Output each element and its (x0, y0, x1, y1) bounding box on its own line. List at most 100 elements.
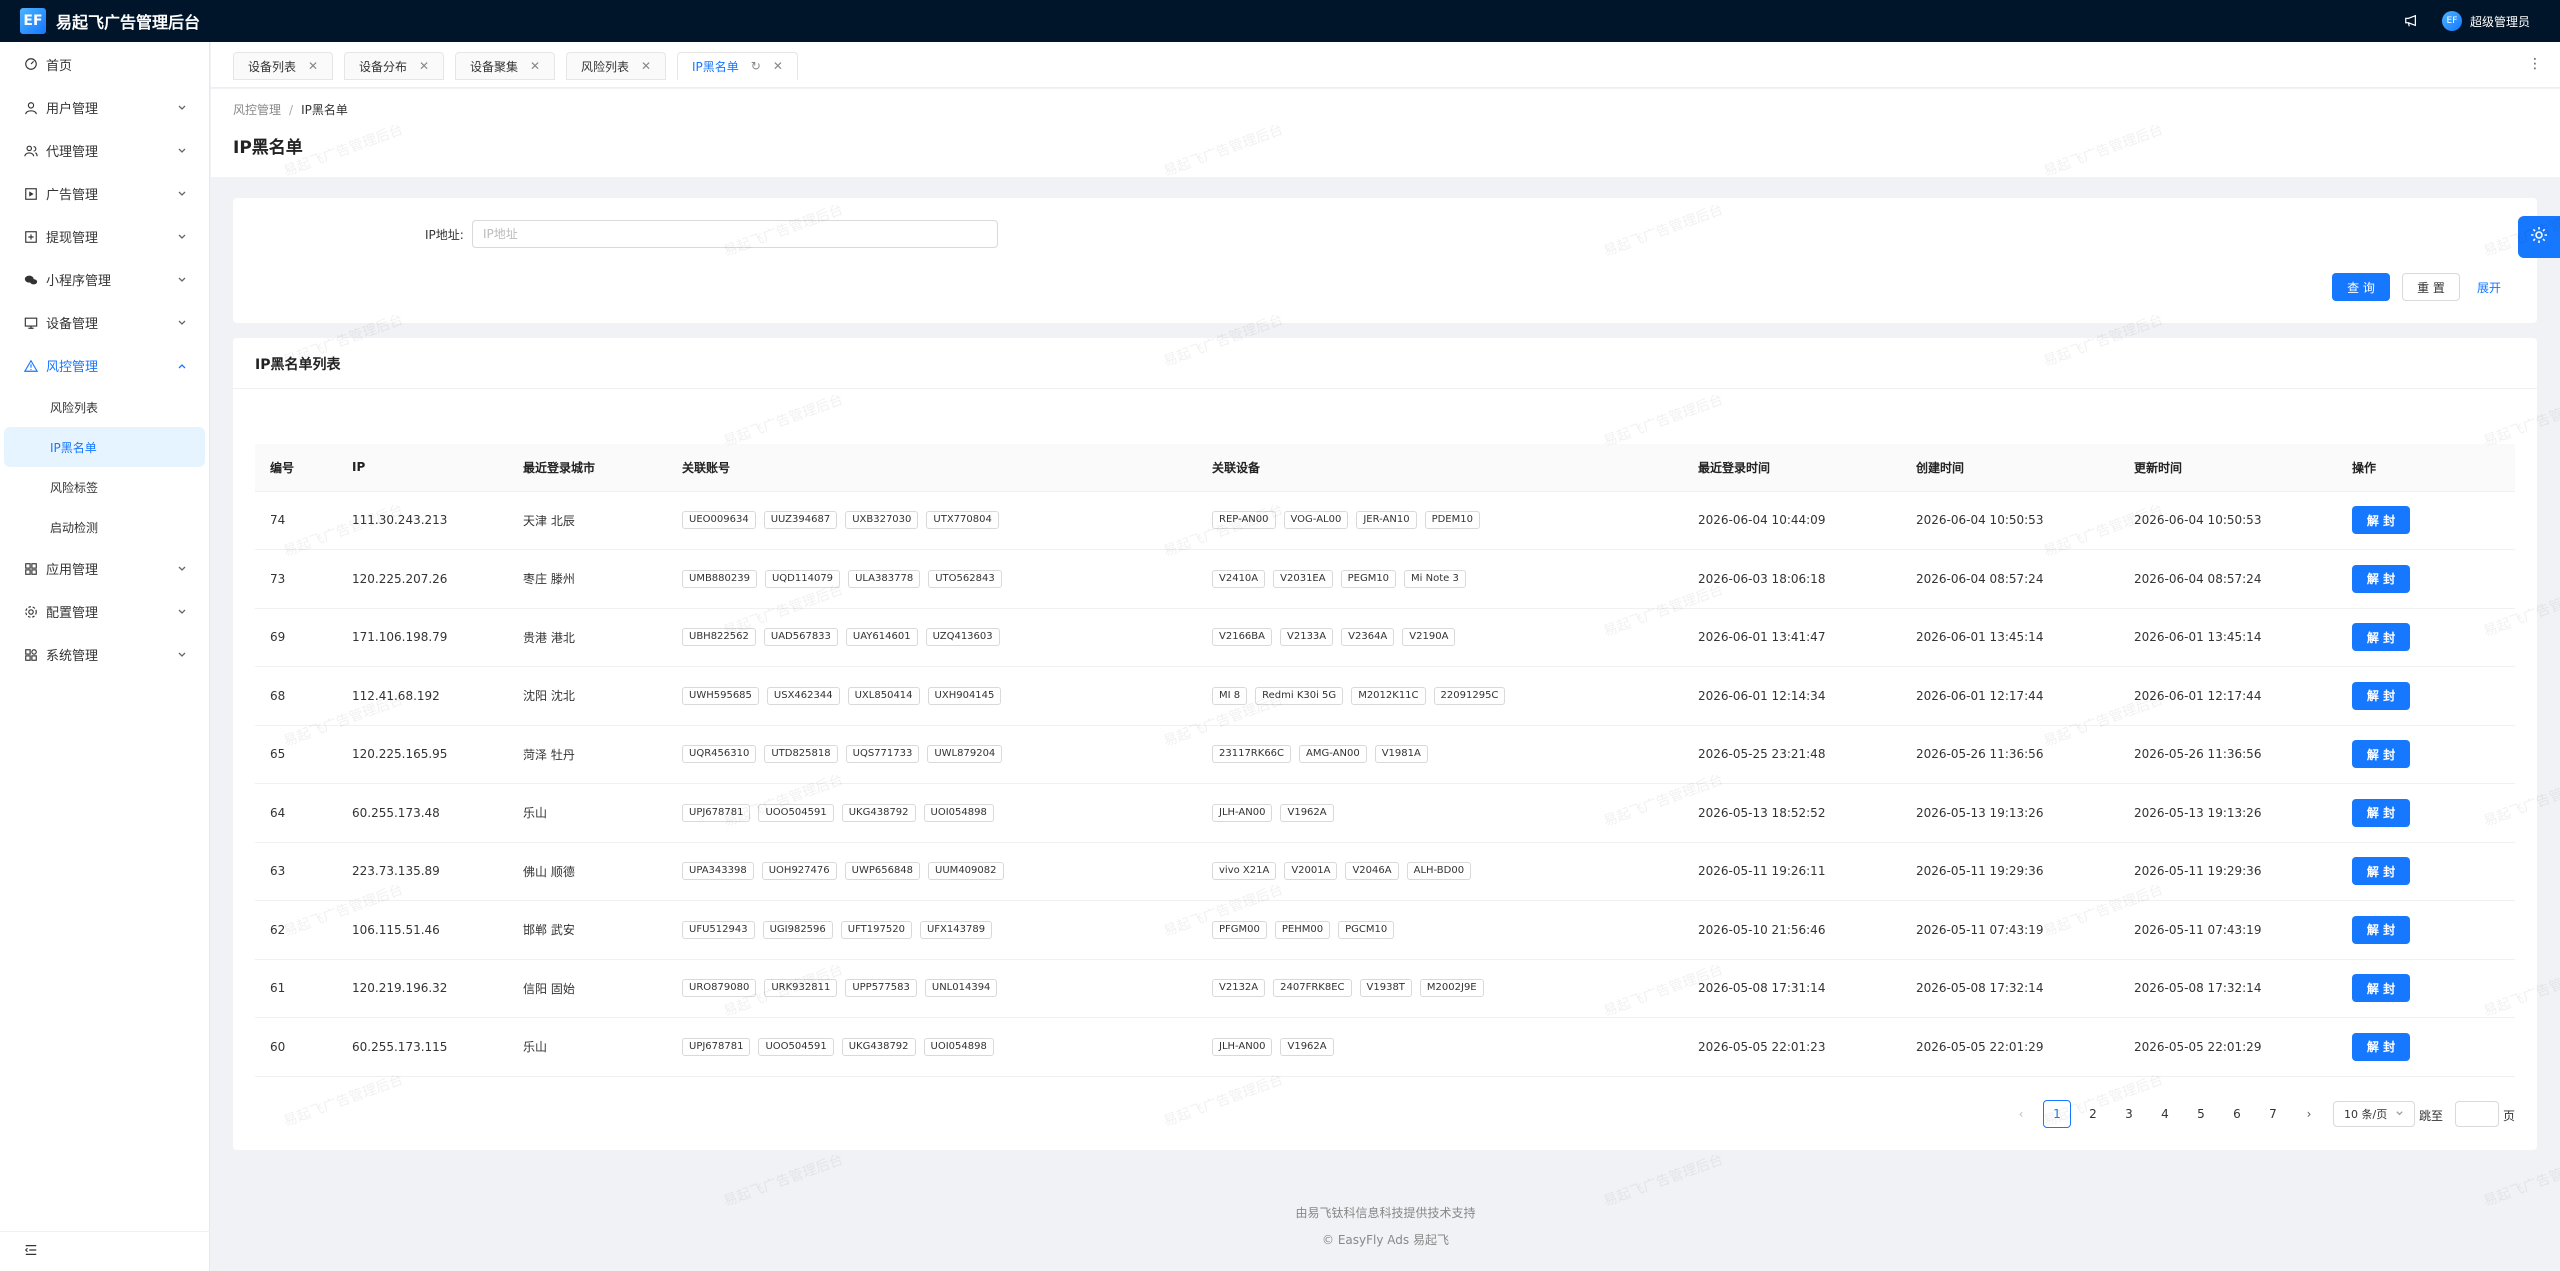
sidebar-item-users[interactable]: 用户管理 (0, 86, 209, 129)
cell-city: 邯郸 武安 (508, 900, 667, 960)
tab-ip-blacklist[interactable]: IP黑名单 ↻ ✕ (677, 52, 798, 80)
breadcrumb-parent[interactable]: 风控管理 (233, 103, 281, 117)
cell-created: 2026-05-26 11:36:56 (1901, 725, 2119, 784)
cell-accounts: URO879080 URK932811 UPP577583 UNL014394 (667, 959, 1197, 1018)
cell-city: 信阳 固始 (508, 959, 667, 1018)
sidebar-item-system[interactable]: 系统管理 (0, 633, 209, 676)
cell-devices: PFGM00 PEHM00 PGCM10 (1197, 900, 1683, 960)
cell-ip: 60.255.173.115 (337, 1017, 508, 1077)
close-icon[interactable]: ✕ (308, 59, 318, 73)
settings-float-button[interactable] (2518, 216, 2560, 258)
close-icon[interactable]: ✕ (773, 59, 783, 73)
sidebar-item-miniprogram[interactable]: 小程序管理 (0, 258, 209, 301)
page-1[interactable]: 1 (2043, 1100, 2071, 1128)
sidebar-item-label: 首页 (46, 58, 73, 74)
sidebar-item-risk-tags[interactable]: 风险标签 (4, 467, 205, 507)
sidebar-item-risk-list[interactable]: 风险列表 (4, 387, 205, 427)
tab-label: IP黑名单 (692, 59, 739, 74)
prev-page-button[interactable]: ‹ (2007, 1100, 2035, 1128)
sidebar-collapse-button[interactable] (0, 1231, 210, 1271)
close-icon[interactable]: ✕ (641, 59, 651, 73)
tab-risk-list[interactable]: 风险列表 ✕ (566, 52, 667, 80)
sidebar-item-label: 用户管理 (46, 102, 99, 117)
unblock-button[interactable]: 解 封 (2352, 1032, 2410, 1061)
unblock-button[interactable]: 解 封 (2352, 974, 2410, 1003)
cell-actions: 解 封 (2337, 491, 2515, 550)
page-size-select[interactable]: 10 条/页 (2333, 1101, 2416, 1127)
tab-device-distribution[interactable]: 设备分布 ✕ (344, 52, 445, 80)
sidebar-item-devices[interactable]: 设备管理 (0, 301, 209, 344)
reload-icon[interactable]: ↻ (751, 59, 761, 73)
sidebar-item-ip-blacklist[interactable]: IP黑名单 (4, 427, 205, 467)
column-header: 编号 (255, 444, 337, 492)
sidebar-item-label: 风控管理 (46, 360, 99, 375)
gear-icon (2529, 225, 2549, 249)
cell-actions: 解 封 (2337, 959, 2515, 1018)
page-6[interactable]: 6 (2223, 1100, 2251, 1128)
page-2[interactable]: 2 (2079, 1100, 2107, 1128)
account-tag: UOH927476 (761, 862, 837, 881)
table-row: 65 120.225.165.95 菏泽 牡丹 UQR456310 UTD825818 U… (255, 725, 2515, 784)
query-button[interactable]: 查 询 (2332, 273, 2390, 301)
jump-page-input[interactable] (2455, 1101, 2499, 1127)
account-tag: UPA343398 (682, 862, 754, 881)
menu-fold-icon (24, 1243, 38, 1261)
app-logo[interactable]: EF 易起飞广告管理后台 (20, 8, 200, 34)
unblock-button[interactable]: 解 封 (2352, 798, 2410, 827)
unblock-button[interactable]: 解 封 (2352, 564, 2410, 593)
sidebar-item-apps[interactable]: 应用管理 (0, 547, 209, 590)
sidebar-item-home[interactable]: 首页 (0, 42, 209, 86)
expand-link[interactable]: 展开 (2477, 279, 2501, 296)
sidebar-item-ads[interactable]: 广告管理 (0, 172, 209, 215)
cell-actions: 解 封 (2337, 549, 2515, 609)
avatar[interactable]: EF (2441, 11, 2462, 31)
unblock-button[interactable]: 解 封 (2352, 915, 2410, 944)
tab-device-list[interactable]: 设备列表 ✕ (233, 52, 334, 80)
unblock-button[interactable]: 解 封 (2352, 857, 2410, 886)
more-vertical-icon[interactable]: ⋮ (2528, 56, 2542, 72)
close-icon[interactable]: ✕ (530, 59, 540, 73)
page-5[interactable]: 5 (2187, 1100, 2215, 1128)
sidebar-item-withdraw[interactable]: 提现管理 (0, 215, 209, 258)
reset-button[interactable]: 重 置 (2402, 273, 2460, 301)
cell-id: 74 (255, 491, 337, 550)
device-tag: 2407FRK8EC (1273, 979, 1352, 998)
chevron-down-icon (177, 231, 187, 241)
user-name[interactable]: 超级管理员 (2470, 13, 2530, 30)
cell-updated: 2026-05-08 17:32:14 (2119, 959, 2337, 1018)
chevron-down-icon (177, 102, 187, 112)
sidebar-item-launch-check[interactable]: 启动检测 (4, 507, 205, 547)
unblock-button[interactable]: 解 封 (2352, 506, 2410, 535)
unblock-button[interactable]: 解 封 (2352, 740, 2410, 769)
logo-mark: EF (20, 8, 46, 34)
ip-search-input[interactable] (472, 220, 998, 248)
account-tag: UTX770804 (926, 511, 999, 530)
announcement-icon[interactable] (2404, 14, 2418, 28)
page-4[interactable]: 4 (2151, 1100, 2179, 1128)
sidebar-item-agents[interactable]: 代理管理 (0, 129, 209, 172)
device-tag: 22091295C (1433, 686, 1506, 705)
sidebar-item-config[interactable]: 配置管理 (0, 590, 209, 633)
cell-id: 62 (255, 900, 337, 960)
setting-icon (24, 605, 38, 619)
team-icon (24, 144, 38, 158)
tab-device-cluster[interactable]: 设备聚集 ✕ (455, 52, 556, 80)
next-page-button[interactable]: › (2295, 1100, 2323, 1128)
wallet-icon (24, 230, 38, 244)
page-7[interactable]: 7 (2259, 1100, 2287, 1128)
cell-last-login: 2026-06-01 13:41:47 (1683, 608, 1901, 667)
unblock-button[interactable]: 解 封 (2352, 623, 2410, 652)
device-tag: Redmi K30i 5G (1255, 686, 1344, 705)
account-tag: UUZ394687 (763, 511, 838, 530)
cell-accounts: UQR456310 UTD825818 UQS771733 UWL879204 (667, 725, 1197, 784)
page-3[interactable]: 3 (2115, 1100, 2143, 1128)
cell-ip: 106.115.51.46 (337, 900, 508, 960)
device-tag: JLH-AN00 (1212, 803, 1273, 822)
account-tag: UWH595685 (682, 686, 759, 705)
tab-label: 设备列表 (248, 59, 297, 74)
close-icon[interactable]: ✕ (419, 59, 429, 73)
device-tag: ALH-BD00 (1406, 862, 1472, 881)
sidebar-item-risk[interactable]: 风控管理 (0, 344, 209, 387)
unblock-button[interactable]: 解 封 (2352, 681, 2410, 710)
device-tag: PEHM00 (1274, 920, 1331, 939)
